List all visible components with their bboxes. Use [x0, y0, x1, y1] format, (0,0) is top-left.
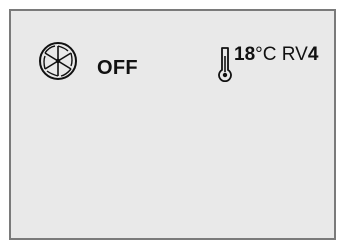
temperature-unit: °C [255, 44, 277, 65]
temperature-rv-readout: 18°C RV4 [234, 44, 318, 66]
fan-icon [39, 42, 77, 80]
rv-label: RV [281, 44, 308, 65]
lcd-screen: OFF 18°C RV4 [9, 9, 336, 240]
power-status: OFF [97, 57, 138, 79]
thermometer-icon [218, 47, 232, 82]
temperature-value: 18 [234, 44, 256, 65]
rv-value: 4 [307, 44, 319, 65]
